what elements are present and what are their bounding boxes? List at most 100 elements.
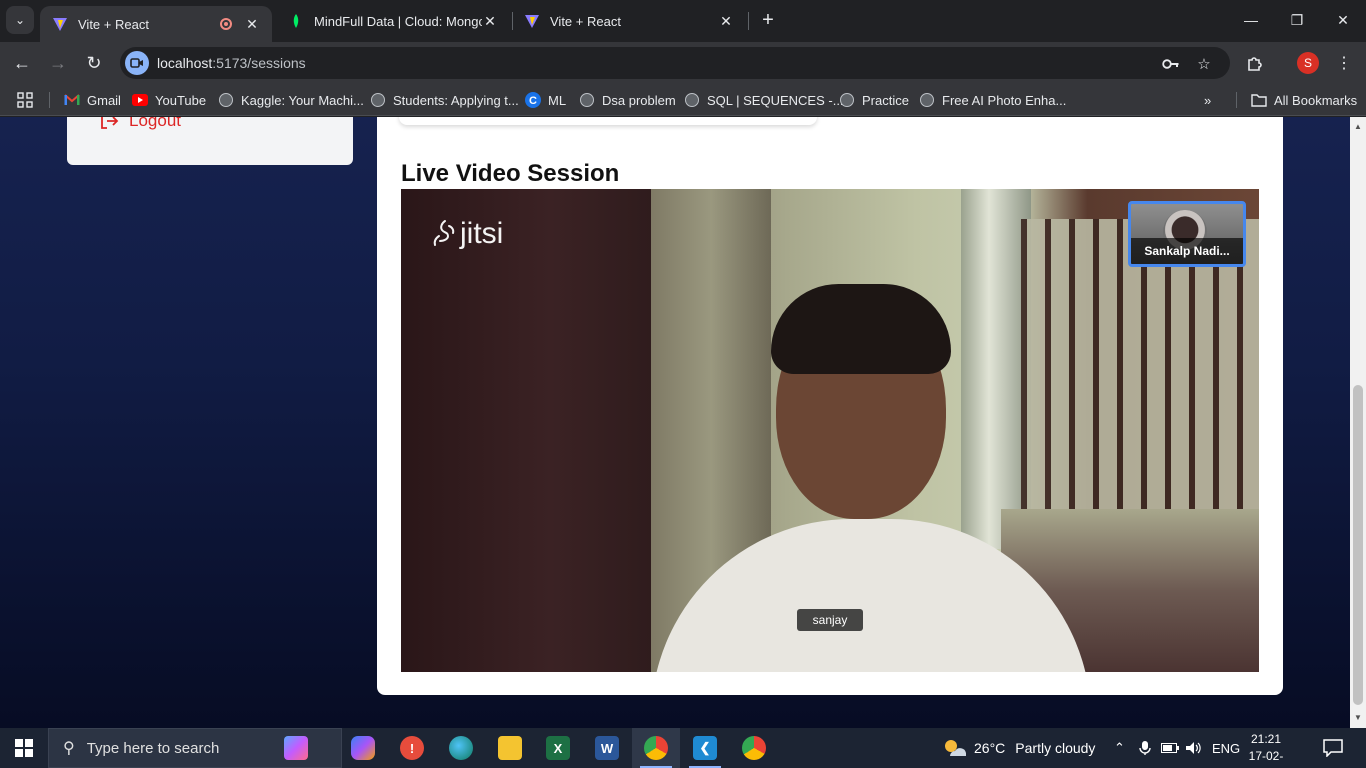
tab-strip: ⌄ Vite + React ✕ MindFull Data | Cloud: … xyxy=(0,0,1366,42)
reload-button[interactable]: ↻ xyxy=(80,49,108,77)
bookmarks-bar: Gmail YouTube Kaggle: Your Machi... Stud… xyxy=(0,84,1366,116)
remote-participant-thumbnail[interactable]: Sankalp Nadi... xyxy=(1128,201,1246,267)
close-icon[interactable]: ✕ xyxy=(482,13,498,30)
video-background xyxy=(1021,219,1259,549)
bookmark-gmail[interactable]: Gmail xyxy=(64,91,121,109)
new-tab-button[interactable]: + xyxy=(758,8,778,32)
edge-icon[interactable] xyxy=(437,728,485,768)
excel-icon[interactable]: X xyxy=(534,728,582,768)
globe-icon xyxy=(218,92,234,108)
volume-icon[interactable] xyxy=(1185,728,1203,768)
logout-icon xyxy=(101,117,119,129)
chrome-profile-icon[interactable] xyxy=(730,728,778,768)
page-viewport: Logout Live Video Session jitsi Sankalp … xyxy=(0,117,1350,728)
address-bar[interactable]: localhost:5173/sessions ☆ xyxy=(120,47,1230,79)
windows-taskbar: ⚲ Type here to search ! X W ❮ 26°C Partl… xyxy=(0,728,1366,768)
word-icon[interactable]: W xyxy=(583,728,631,768)
jitsi-watermark-icon xyxy=(433,220,455,246)
more-bookmarks-icon[interactable]: » xyxy=(1204,91,1211,109)
section-title: Live Video Session xyxy=(401,160,620,187)
microphone-icon[interactable] xyxy=(1139,728,1151,768)
scroll-down-arrow-icon[interactable]: ▼ xyxy=(1350,710,1366,726)
password-key-icon[interactable] xyxy=(1161,54,1181,74)
participant-video xyxy=(771,284,951,374)
forward-button[interactable]: → xyxy=(44,49,72,77)
logout-button[interactable]: Logout xyxy=(99,117,181,131)
reload-icon: ↻ xyxy=(86,52,102,73)
clock-date: 17-02-2025 xyxy=(1248,749,1284,768)
bookmark-dsa-problem[interactable]: Dsa problem xyxy=(579,91,676,109)
system-clock[interactable]: 21:21 17-02-2025 xyxy=(1236,731,1296,768)
start-button[interactable] xyxy=(0,728,48,768)
tab-title: Vite + React xyxy=(78,16,149,32)
youtube-icon xyxy=(132,92,148,108)
video-background xyxy=(401,189,651,672)
vscode-icon[interactable]: ❮ xyxy=(681,728,729,768)
tab-title: MindFull Data | Cloud: MongoDB xyxy=(314,13,482,29)
tab-mongodb[interactable]: MindFull Data | Cloud: MongoDB ✕ xyxy=(276,6,510,36)
page-scrollbar[interactable]: ▲ ▼ xyxy=(1350,117,1366,728)
minimize-button[interactable]: — xyxy=(1228,8,1274,32)
bookmark-sql-sequences[interactable]: SQL | SEQUENCES -... xyxy=(684,91,844,109)
scroll-up-arrow-icon[interactable]: ▲ xyxy=(1350,119,1366,135)
bookmark-ml[interactable]: C ML xyxy=(525,91,566,109)
notification-icon[interactable] xyxy=(1320,736,1346,760)
show-hidden-icons-button[interactable]: ⌃ xyxy=(1114,728,1125,768)
sidebar-panel: Logout xyxy=(67,117,353,165)
folder-icon xyxy=(1251,92,1267,108)
back-button[interactable]: ← xyxy=(8,49,36,77)
bookmark-divider xyxy=(1236,92,1237,108)
bookmark-divider xyxy=(49,92,50,108)
vite-icon xyxy=(525,15,539,28)
jitsi-logo: jitsi xyxy=(431,217,503,251)
bookmark-practice[interactable]: Practice xyxy=(839,91,909,109)
file-explorer-icon[interactable] xyxy=(486,728,534,768)
office-icon[interactable]: ! xyxy=(388,728,436,768)
mongodb-leaf-icon xyxy=(293,14,299,28)
globe-icon xyxy=(919,92,935,108)
tab-search-button[interactable]: ⌄ xyxy=(6,6,34,34)
site-info-icon[interactable] xyxy=(125,51,149,75)
clock-time: 21:21 xyxy=(1250,732,1282,746)
bookmark-kaggle[interactable]: Kaggle: Your Machi... xyxy=(218,91,364,109)
profile-avatar[interactable]: S xyxy=(1297,52,1319,74)
globe-icon xyxy=(839,92,855,108)
jitsi-video-frame[interactable]: jitsi Sankalp Nadi... sanjay xyxy=(401,189,1259,672)
bookmark-students[interactable]: Students: Applying t... xyxy=(370,91,519,109)
battery-icon[interactable] xyxy=(1161,728,1179,768)
search-highlight-icon[interactable] xyxy=(256,728,336,768)
close-icon[interactable]: ✕ xyxy=(244,16,260,33)
copilot-icon[interactable] xyxy=(339,728,387,768)
apps-grid-icon[interactable] xyxy=(17,91,33,109)
window-close-button[interactable]: ✕ xyxy=(1320,8,1366,32)
local-participant-name: sanjay xyxy=(797,609,863,631)
chevron-up-icon: ⌃ xyxy=(1114,740,1125,755)
c-icon: C xyxy=(525,92,541,108)
scrollbar-thumb[interactable] xyxy=(1353,385,1363,705)
chrome-icon[interactable] xyxy=(632,728,680,768)
restore-button[interactable]: ❐ xyxy=(1274,8,1320,32)
vite-icon xyxy=(53,18,67,31)
bookmark-youtube[interactable]: YouTube xyxy=(132,91,206,109)
bookmark-free-ai-photo[interactable]: Free AI Photo Enha... xyxy=(919,91,1066,109)
search-icon: ⚲ xyxy=(63,740,75,757)
star-icon[interactable]: ☆ xyxy=(1194,54,1214,74)
close-icon[interactable]: ✕ xyxy=(718,13,734,30)
browser-toolbar: ← → ↻ localhost:5173/sessions ☆ S ⋮ xyxy=(0,42,1366,84)
recording-icon xyxy=(220,18,232,30)
windows-logo-icon xyxy=(15,739,33,757)
chevron-down-icon: ⌄ xyxy=(14,13,26,27)
tab-separator xyxy=(748,12,749,30)
gmail-icon xyxy=(64,92,80,108)
extensions-icon[interactable] xyxy=(1244,52,1266,74)
tab-vite-react-active[interactable]: Vite + React ✕ xyxy=(40,6,272,42)
all-bookmarks-button[interactable]: All Bookmarks xyxy=(1251,91,1357,109)
more-menu-icon[interactable]: ⋮ xyxy=(1333,52,1355,74)
url-text: localhost:5173/sessions xyxy=(157,55,306,71)
previous-card xyxy=(399,117,817,125)
globe-icon xyxy=(684,92,700,108)
globe-icon xyxy=(579,92,595,108)
weather-widget[interactable]: 26°C Partly cloudy xyxy=(942,728,1095,768)
tab-vite-react[interactable]: Vite + React ✕ xyxy=(512,6,746,36)
arrow-left-icon: ← xyxy=(13,52,31,73)
